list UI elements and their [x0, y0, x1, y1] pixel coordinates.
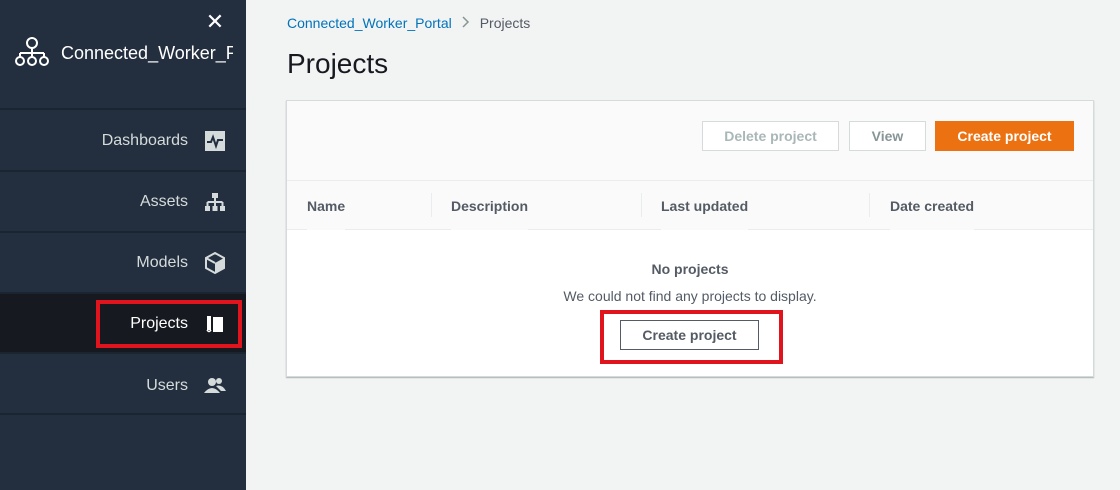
column-divider: [869, 193, 870, 217]
page-title: Projects: [287, 48, 389, 79]
hierarchy-icon: [204, 191, 226, 213]
users-icon: [204, 375, 226, 397]
chevron-right-icon: [462, 15, 470, 31]
create-project-button[interactable]: Create project: [935, 121, 1074, 151]
column-divider: [641, 193, 642, 217]
column-header-description[interactable]: Description: [451, 181, 529, 230]
dashboard-icon: [204, 130, 226, 152]
projects-icon: [204, 313, 226, 335]
nav-divider: [0, 108, 246, 110]
empty-state-title: No projects: [651, 261, 729, 277]
cube-icon: [204, 251, 226, 274]
nav-divider: [0, 413, 246, 415]
empty-state-description: We could not find any projects to displa…: [563, 288, 817, 304]
column-divider: [431, 193, 432, 217]
portal-logo-icon: [15, 37, 49, 66]
panel-header: Delete project View Create project: [287, 101, 1093, 181]
breadcrumb-current: Projects: [479, 15, 531, 31]
sidebar-item-label: Models: [136, 253, 188, 271]
sidebar: ✕ Connected_Worker_P Dashboards Assets M…: [0, 0, 246, 490]
sidebar-item-models[interactable]: Models: [0, 233, 246, 292]
portal-title: Connected_Worker_P: [61, 42, 233, 63]
sidebar-item-label: Projects: [130, 314, 188, 332]
sidebar-item-label: Users: [146, 376, 188, 394]
column-header-name[interactable]: Name: [307, 181, 346, 230]
nav-divider: [0, 352, 246, 354]
breadcrumb: Connected_Worker_Portal Projects: [287, 15, 530, 31]
column-header-date-created[interactable]: Date created: [890, 181, 975, 230]
column-header-last-updated[interactable]: Last updated: [661, 181, 749, 230]
empty-create-project-button[interactable]: Create project: [620, 320, 759, 350]
sidebar-item-users[interactable]: Users: [0, 356, 246, 415]
sidebar-item-label: Assets: [139, 192, 188, 210]
view-button[interactable]: View: [849, 121, 926, 151]
portal-brand: Connected_Worker_P: [12, 34, 233, 72]
sidebar-item-label: Dashboards: [101, 131, 188, 149]
breadcrumb-portal-link[interactable]: Connected_Worker_Portal: [287, 15, 452, 31]
sidebar-item-projects[interactable]: Projects: [0, 294, 246, 353]
projects-table-panel: Delete project View Create project Name …: [286, 100, 1094, 377]
delete-project-button[interactable]: Delete project: [702, 121, 839, 151]
sidebar-item-assets[interactable]: Assets: [0, 172, 246, 231]
close-icon[interactable]: ✕: [204, 12, 226, 34]
sidebar-item-dashboards[interactable]: Dashboards: [0, 111, 246, 170]
